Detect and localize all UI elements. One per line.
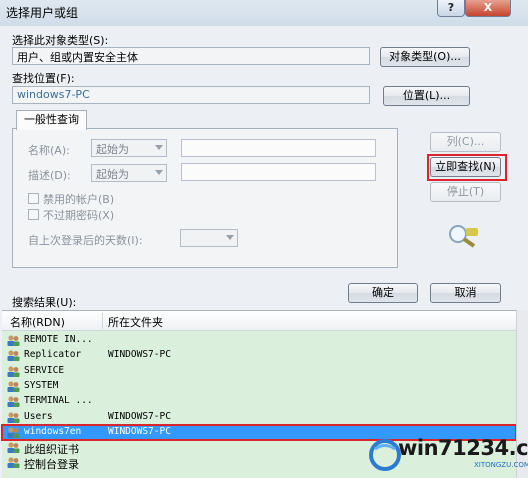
row-name: TERMINAL ... — [24, 395, 93, 407]
description-mode-value: 起始为 — [96, 168, 129, 181]
row-folder: WINDOWS7-PC — [108, 425, 171, 437]
columns-button[interactable]: 列(C)... — [430, 132, 501, 152]
description-label: 描述(D): — [28, 169, 71, 182]
user-group-icon — [7, 442, 20, 454]
description-mode-select[interactable]: 起始为 — [91, 164, 167, 182]
ok-button[interactable]: 确定 — [348, 283, 418, 303]
watermark-url: XITONGZU.COM — [474, 461, 528, 469]
chevron-down-icon — [155, 170, 163, 175]
table-row[interactable]: Replicator WINDOWS7-PC — [2, 348, 516, 363]
disabled-accounts-label: 禁用的帐户(B) — [43, 193, 115, 206]
table-row[interactable]: SYSTEM — [2, 379, 516, 394]
row-name: SYSTEM — [24, 379, 59, 391]
user-group-icon — [7, 427, 20, 438]
no-expire-password-checkbox[interactable] — [28, 209, 39, 220]
title-bar: 选择用户或组 ? X — [0, 0, 528, 24]
row-name: REMOTE IN... — [24, 334, 93, 345]
name-mode-select[interactable]: 起始为 — [91, 139, 167, 157]
search-people-icon — [449, 225, 478, 248]
name-mode-value: 起始为 — [96, 143, 129, 156]
close-button[interactable]: X — [465, 0, 511, 17]
watermark-text: win71234.com — [398, 436, 528, 460]
tab-common-queries[interactable]: 一般性查询 — [16, 110, 87, 130]
column-divider — [102, 313, 103, 329]
results-header: 名称(RDN) 所在文件夹 — [2, 311, 516, 331]
user-group-icon — [7, 365, 20, 377]
row-name: Replicator — [24, 349, 82, 361]
object-type-field: 用户、组或内置安全主体 — [12, 47, 370, 65]
row-name: Users — [24, 410, 53, 422]
watermark: win71234.com XITONGZU.COM — [362, 426, 528, 478]
column-header-folder[interactable]: 所在文件夹 — [108, 314, 163, 330]
object-types-button[interactable]: 对象类型(O)... — [380, 47, 470, 67]
chevron-down-icon — [226, 235, 234, 240]
locations-button[interactable]: 位置(L)... — [383, 86, 470, 106]
location-field: windows7-PC — [12, 86, 370, 104]
stop-button[interactable]: 停止(T) — [430, 182, 501, 202]
description-input[interactable] — [181, 163, 376, 181]
days-since-login-select[interactable] — [180, 229, 238, 247]
select-users-dialog: 选择用户或组 ? X 选择此对象类型(S): 用户、组或内置安全主体 对象类型(… — [0, 0, 528, 478]
results-label: 搜索结果(U): — [12, 296, 77, 309]
cancel-button[interactable]: 取消 — [430, 283, 501, 303]
no-expire-password-label: 不过期密码(X) — [43, 209, 115, 222]
name-input[interactable] — [181, 139, 376, 157]
help-button[interactable]: ? — [437, 0, 465, 17]
location-value: windows7-PC — [17, 88, 90, 101]
user-group-icon — [7, 457, 20, 469]
table-row[interactable]: REMOTE IN... — [2, 333, 516, 348]
row-name: SERVICE — [24, 364, 65, 376]
days-since-login-label: 自上次登录后的天数(I): — [28, 234, 143, 247]
table-row[interactable]: Users WINDOWS7-PC — [2, 410, 516, 425]
column-header-name[interactable]: 名称(RDN) — [10, 314, 65, 330]
location-label: 查找位置(F): — [12, 72, 75, 85]
globe-logo-icon — [369, 439, 401, 471]
chevron-down-icon — [155, 145, 163, 150]
user-group-icon — [7, 411, 20, 423]
table-row[interactable]: TERMINAL ... — [2, 394, 516, 409]
disabled-accounts-checkbox[interactable] — [28, 193, 39, 204]
user-group-icon — [7, 381, 20, 392]
user-group-icon — [7, 350, 20, 362]
user-group-icon — [7, 396, 20, 408]
row-folder: WINDOWS7-PC — [108, 410, 171, 422]
user-group-icon — [7, 335, 20, 346]
object-type-label: 选择此对象类型(S): — [12, 34, 109, 47]
window-title: 选择用户或组 — [6, 6, 79, 20]
row-name: 控制台登录 — [24, 458, 79, 472]
find-now-highlight — [427, 154, 507, 181]
row-folder: WINDOWS7-PC — [108, 349, 171, 361]
table-row[interactable]: SERVICE — [2, 364, 516, 379]
row-name: windows7en — [24, 425, 82, 437]
name-label: 名称(A): — [28, 144, 70, 157]
